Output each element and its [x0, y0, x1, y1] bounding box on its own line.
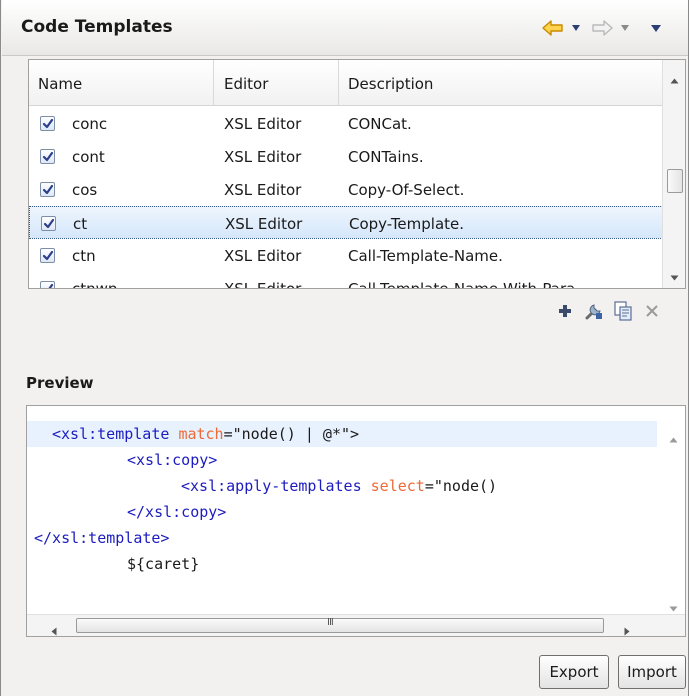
forward-arrow-icon — [591, 19, 613, 37]
code-value: ="node() | @*"> — [223, 425, 360, 443]
cell-name: ctnwp — [72, 280, 118, 289]
row-checkbox[interactable] — [40, 248, 55, 263]
cell-editor: XSL Editor — [224, 181, 302, 199]
scroll-up-icon[interactable] — [670, 70, 679, 88]
cell-description: Call-Template-Name-With-Para... — [348, 280, 590, 289]
column-divider[interactable] — [213, 60, 214, 106]
checkmark-icon — [42, 250, 54, 261]
cell-description: Call-Template-Name. — [348, 247, 503, 265]
checkmark-icon — [43, 283, 54, 288]
checkmark-icon — [42, 184, 54, 195]
cell-editor: XSL Editor — [225, 215, 303, 233]
preview-horizontal-scrollbar[interactable]: III — [27, 614, 685, 636]
table-row[interactable]: conc XSL Editor CONCat. — [29, 107, 663, 140]
templates-table: Name Editor Description conc XSL Editor CO… — [28, 59, 686, 289]
forward-dropdown-button[interactable] — [620, 17, 630, 39]
cell-editor: XSL Editor — [224, 148, 302, 166]
page-title: Code Templates — [21, 17, 173, 37]
table-header: Name Editor Description — [29, 60, 663, 106]
table-row[interactable]: cos XSL Editor Copy-Of-Select. — [29, 173, 663, 206]
preview-label: Preview — [26, 374, 94, 392]
cell-editor: XSL Editor — [224, 247, 302, 265]
preview-code-editor[interactable]: <xsl:template match="node() | @*"> <xsl:… — [26, 405, 686, 637]
column-header-editor[interactable]: Editor — [224, 75, 268, 93]
cell-name: cont — [72, 148, 105, 166]
cell-description: Copy-Template. — [349, 215, 465, 233]
edit-template-button[interactable] — [583, 303, 605, 323]
title-bar: Code Templates — [2, 0, 688, 56]
back-button[interactable] — [542, 17, 564, 39]
export-button[interactable]: Export — [539, 655, 609, 689]
cell-description: CONTains. — [348, 148, 424, 166]
table-row[interactable]: ct XSL Editor Copy-Template. — [29, 206, 663, 239]
scroll-left-icon[interactable] — [51, 622, 57, 636]
cell-editor: XSL Editor — [224, 115, 302, 133]
scroll-up-icon[interactable] — [669, 429, 678, 447]
code-variable: ${caret} — [127, 555, 200, 573]
back-arrow-icon — [542, 19, 564, 37]
checkmark-icon — [42, 151, 54, 162]
scrollbar-thumb[interactable] — [667, 169, 683, 193]
remove-template-button[interactable] — [641, 303, 663, 323]
checkmark-icon — [42, 118, 54, 129]
code-line: <xsl:template match="node() | @*"> — [27, 421, 657, 447]
column-divider[interactable] — [338, 60, 339, 106]
scrollbar-thumb[interactable]: III — [76, 617, 604, 633]
table-row[interactable]: ctnwp XSL Editor Call-Template-Name-With-P… — [29, 272, 663, 289]
code-attribute: select — [370, 477, 425, 495]
row-checkbox[interactable] — [40, 281, 55, 288]
view-menu-button[interactable] — [650, 17, 662, 39]
row-checkbox[interactable] — [41, 216, 56, 231]
chevron-down-icon — [650, 24, 662, 33]
code-tag: </xsl:template> — [34, 529, 170, 547]
cell-editor: XSL Editor — [224, 280, 302, 289]
code-line: <xsl:copy> — [127, 447, 217, 473]
row-checkbox[interactable] — [40, 149, 55, 164]
cell-name: ctn — [72, 247, 96, 265]
scrollbar-grip: III — [327, 617, 334, 628]
edit-icon — [584, 301, 604, 325]
checkmark-icon — [43, 218, 55, 229]
code-line: </xsl:template> — [34, 525, 169, 551]
cell-name: conc — [72, 115, 108, 133]
table-vertical-scrollbar[interactable] — [662, 60, 685, 288]
cell-description: CONCat. — [348, 115, 412, 133]
cell-name: ct — [73, 215, 88, 233]
row-checkbox[interactable] — [40, 182, 55, 197]
scroll-down-icon[interactable] — [670, 267, 679, 285]
scroll-right-icon[interactable] — [624, 622, 630, 636]
forward-button[interactable] — [591, 17, 613, 39]
code-line: </xsl:copy> — [127, 499, 226, 525]
cell-description: Copy-Of-Select. — [348, 181, 465, 199]
import-button[interactable]: Import — [618, 655, 686, 689]
duplicate-icon — [613, 301, 633, 325]
code-tag: <xsl:copy> — [127, 451, 218, 469]
column-header-name[interactable]: Name — [38, 75, 82, 93]
chevron-down-icon — [620, 24, 630, 32]
table-row[interactable]: ctn XSL Editor Call-Template-Name. — [29, 239, 663, 272]
code-line: ${caret} — [127, 551, 199, 577]
code-attribute: match — [178, 425, 224, 443]
preview-vertical-scrollbar[interactable] — [662, 406, 685, 614]
cell-name: cos — [72, 181, 98, 199]
column-header-description[interactable]: Description — [348, 75, 433, 93]
code-tag: </xsl:copy> — [127, 503, 227, 521]
code-tag: <xsl:apply-templates — [181, 477, 371, 495]
table-row[interactable]: cont XSL Editor CONTains. — [29, 140, 663, 173]
code-templates-window: Code Templates Name Editor Description c… — [0, 0, 689, 696]
duplicate-template-button[interactable] — [612, 301, 634, 325]
add-template-button[interactable] — [554, 303, 576, 323]
back-dropdown-button[interactable] — [571, 17, 581, 39]
row-checkbox[interactable] — [40, 116, 55, 131]
code-line: <xsl:apply-templates select="node() — [181, 473, 497, 499]
chevron-down-icon — [571, 24, 581, 32]
code-value: ="node() — [424, 477, 498, 495]
code-tag: <xsl:template — [52, 425, 179, 443]
remove-icon — [645, 304, 659, 322]
add-icon — [558, 304, 572, 322]
